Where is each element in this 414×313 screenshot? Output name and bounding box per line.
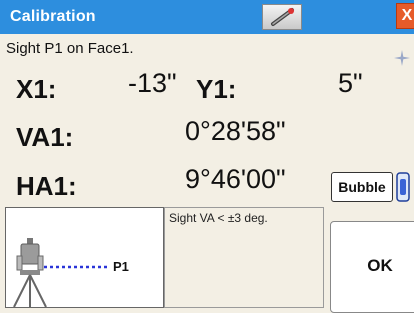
- ha1-value: 9°46'00": [185, 164, 286, 194]
- bubble-level-icon[interactable]: [396, 172, 410, 202]
- laser-pointer-icon[interactable]: [262, 4, 302, 30]
- ha1-label: HA1:: [16, 171, 77, 201]
- title-bar: Calibration X: [0, 0, 414, 34]
- total-station-icon: [13, 238, 109, 307]
- ok-button[interactable]: OK: [330, 221, 414, 313]
- sighting-note: Sight VA < ±3 deg.: [169, 211, 268, 225]
- y1-value: 5": [338, 68, 363, 98]
- note-panel: Sight VA < ±3 deg.: [164, 207, 324, 308]
- instruction-text: Sight P1 on Face1.: [6, 40, 134, 57]
- sparkle-icon: [394, 50, 410, 66]
- x1-label: X1:: [16, 74, 57, 104]
- sighting-diagram: P1: [5, 207, 164, 308]
- y1-label: Y1:: [196, 74, 237, 104]
- point-label: P1: [113, 259, 129, 274]
- va1-label: VA1:: [16, 122, 74, 152]
- bubble-button[interactable]: Bubble: [331, 172, 393, 202]
- window-title: Calibration: [10, 8, 96, 25]
- x1-value: -13": [128, 68, 177, 98]
- close-button[interactable]: X: [396, 3, 414, 29]
- va1-value: 0°28'58": [185, 116, 286, 146]
